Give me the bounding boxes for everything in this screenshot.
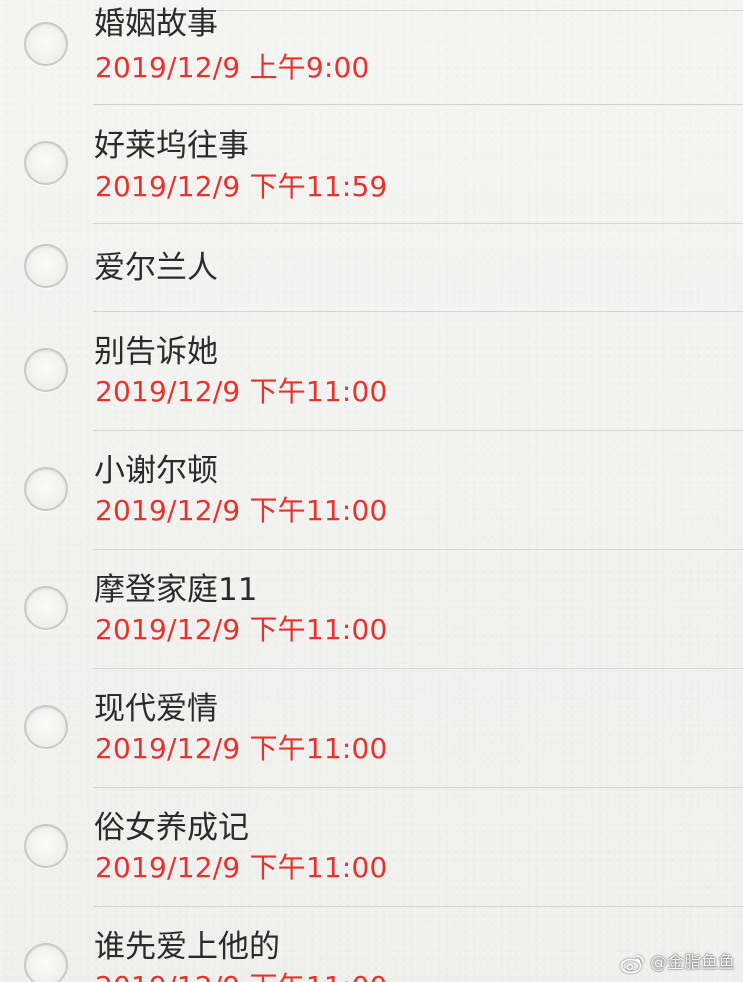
- reminder-item[interactable]: 爱尔兰人: [0, 224, 743, 312]
- reminder-item[interactable]: 好莱坞往事 2019/12/9 下午11:59: [0, 105, 743, 224]
- reminder-title: 好莱坞往事: [94, 128, 249, 164]
- watermark-text: @金脂鱼鱼: [650, 953, 735, 973]
- reminder-item[interactable]: 现代爱情 2019/12/9 下午11:00: [0, 669, 743, 788]
- complete-checkbox[interactable]: [24, 467, 68, 511]
- reminder-due-date: 2019/12/9 下午11:00: [95, 375, 388, 408]
- reminder-item[interactable]: 婚姻故事 2019/12/9 上午9:00: [0, 0, 743, 105]
- weibo-icon: [620, 955, 644, 974]
- reminder-title: 小谢尔顿: [94, 453, 218, 489]
- complete-checkbox[interactable]: [24, 348, 68, 392]
- reminder-title: 现代爱情: [94, 691, 218, 727]
- reminders-list: 婚姻故事 2019/12/9 上午9:00 好莱坞往事 2019/12/9 下午…: [0, 0, 743, 982]
- reminder-item[interactable]: 摩登家庭11 2019/12/9 下午11:00: [0, 550, 743, 669]
- complete-checkbox[interactable]: [24, 705, 68, 749]
- reminder-due-date: 2019/12/9 下午11:00: [95, 494, 388, 527]
- complete-checkbox[interactable]: [24, 141, 68, 185]
- complete-checkbox[interactable]: [24, 244, 68, 288]
- reminder-due-date: 2019/12/9 下午11:00: [95, 851, 388, 884]
- reminder-item[interactable]: 小谢尔顿 2019/12/9 下午11:00: [0, 431, 743, 550]
- complete-checkbox[interactable]: [24, 586, 68, 630]
- complete-checkbox[interactable]: [24, 824, 68, 868]
- reminder-due-date: 2019/12/9 上午9:00: [95, 51, 370, 84]
- reminder-due-date: 2019/12/9 下午11:59: [95, 170, 388, 203]
- reminder-item[interactable]: 别告诉她 2019/12/9 下午11:00: [0, 312, 743, 431]
- reminder-title: 婚姻故事: [94, 6, 218, 42]
- reminder-title: 俗女养成记: [94, 810, 249, 846]
- reminder-due-date: 2019/12/9 下午11:00: [95, 732, 388, 765]
- reminder-item[interactable]: 俗女养成记 2019/12/9 下午11:00: [0, 788, 743, 907]
- reminder-title: 别告诉她: [94, 334, 218, 370]
- complete-checkbox[interactable]: [24, 22, 68, 66]
- reminder-title: 爱尔兰人: [94, 250, 218, 286]
- complete-checkbox[interactable]: [24, 943, 68, 982]
- reminder-title: 谁先爱上他的: [94, 929, 280, 965]
- reminder-due-date: 2019/12/9 下午11:00: [95, 971, 388, 982]
- watermark: @金脂鱼鱼: [620, 952, 735, 974]
- reminder-title: 摩登家庭11: [94, 572, 258, 608]
- reminder-due-date: 2019/12/9 下午11:00: [95, 613, 388, 646]
